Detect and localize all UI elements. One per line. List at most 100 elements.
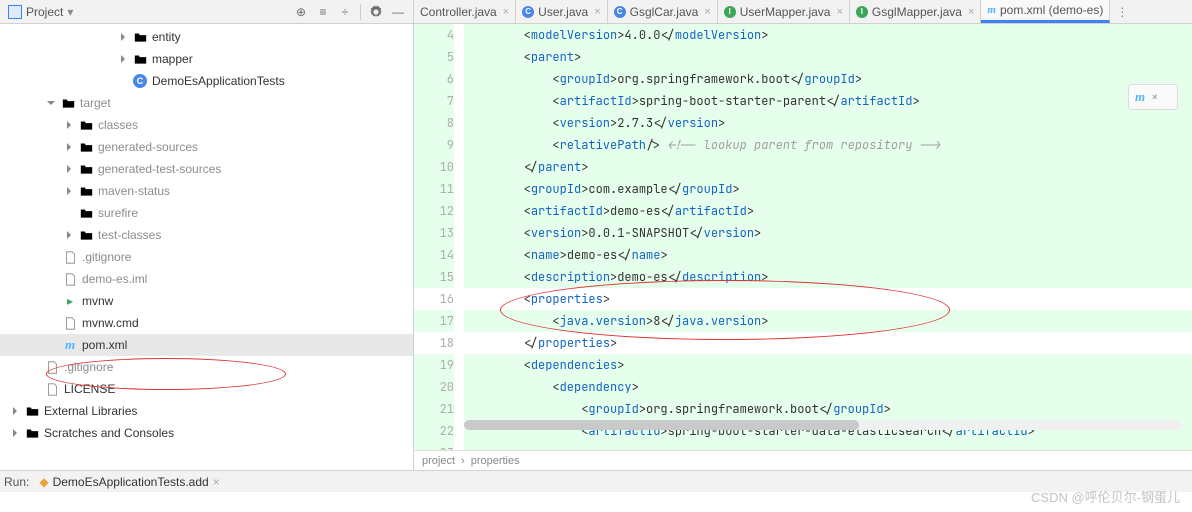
line-number: 4 — [414, 24, 454, 46]
tab-user[interactable]: CUser.java× — [516, 0, 607, 23]
tree-file-gitignore-root[interactable]: .gitignore — [0, 356, 413, 378]
editor-body[interactable]: ✓1 4 5 6 7 8 9 10 11 12 13 14 15 16 17 1… — [414, 24, 1192, 450]
close-icon[interactable]: × — [213, 475, 220, 489]
tab-usermapper[interactable]: IUserMapper.java× — [718, 0, 850, 23]
tree-external-libraries[interactable]: External Libraries — [0, 400, 413, 422]
chevron-right-icon — [62, 140, 76, 154]
tree-file-pom[interactable]: mpom.xml — [0, 334, 413, 356]
tree-folder-maven-status[interactable]: maven-status — [0, 180, 413, 202]
code-area[interactable]: <modelVersion>4.0.0</modelVersion> <pare… — [464, 24, 1192, 450]
line-number: 19 — [414, 354, 454, 376]
file-icon — [62, 249, 78, 265]
maven-reload-hint[interactable]: m× — [1128, 84, 1178, 110]
horizontal-scrollbar[interactable] — [464, 420, 1182, 430]
folder-icon — [78, 117, 94, 133]
tree-folder-surefire[interactable]: surefire — [0, 202, 413, 224]
tab-pom[interactable]: mpom.xml (demo-es) — [981, 0, 1110, 23]
chevron-right-icon: › — [461, 455, 465, 467]
project-tree[interactable]: entity mapper CDemoEsApplicationTests ta… — [0, 24, 413, 470]
tree-folder-target[interactable]: target — [0, 92, 413, 114]
tab-gsglmapper[interactable]: IGsglMapper.java× — [850, 0, 981, 23]
breadcrumb-item[interactable]: project — [422, 455, 455, 467]
tree-folder-mapper[interactable]: mapper — [0, 48, 413, 70]
class-icon: C — [522, 6, 534, 18]
tree-folder-entity[interactable]: entity — [0, 26, 413, 48]
chevron-right-icon — [62, 228, 76, 242]
tree-file-gitignore[interactable]: .gitignore — [0, 246, 413, 268]
expand-all-button[interactable]: ≡ — [312, 1, 334, 23]
tab-label: pom.xml (demo-es) — [1000, 3, 1103, 17]
chevron-right-icon — [116, 52, 130, 66]
tree-class-tests[interactable]: CDemoEsApplicationTests — [0, 70, 413, 92]
tab-label: GsglCar.java — [630, 5, 699, 19]
close-icon[interactable]: × — [1151, 89, 1158, 105]
file-icon — [44, 359, 60, 375]
tree-file-iml[interactable]: demo-es.iml — [0, 268, 413, 290]
tab-label: Controller.java — [420, 5, 497, 19]
tree-file-license[interactable]: LICENSE — [0, 378, 413, 400]
tree-file-mvnw-cmd[interactable]: mvnw.cmd — [0, 312, 413, 334]
line-number: 11 — [414, 178, 454, 200]
tree-label: generated-sources — [98, 140, 198, 154]
scrollbar-thumb[interactable] — [464, 420, 859, 430]
line-number: 5 — [414, 46, 454, 68]
tree-file-mvnw[interactable]: ▸mvnw — [0, 290, 413, 312]
interface-icon: I — [856, 6, 868, 18]
project-panel-header: Project ▾ ⊕ ≡ ÷ — — [0, 0, 413, 24]
close-icon[interactable]: × — [594, 6, 600, 18]
close-icon[interactable]: × — [503, 6, 509, 18]
select-opened-file-button[interactable]: ⊕ — [290, 1, 312, 23]
tree-folder-gen-test-sources[interactable]: generated-test-sources — [0, 158, 413, 180]
line-number: 15 — [414, 266, 454, 288]
project-view-selector[interactable]: Project ▾ — [4, 5, 77, 19]
editor-tabs: Controller.java × CUser.java× C GsglCar.ja… — [414, 0, 1192, 24]
folder-icon — [132, 51, 148, 67]
code-line: <description>demo-es</description> — [464, 266, 1192, 288]
code-line: <properties> — [464, 288, 1192, 310]
close-icon[interactable]: × — [968, 6, 974, 18]
class-icon: C — [614, 6, 626, 18]
tree-label: .gitignore — [82, 250, 131, 264]
gutter: 4 5 6 7 8 9 10 11 12 13 14 15 16 17 18 1… — [414, 24, 464, 450]
run-label: Run: — [4, 475, 29, 489]
chevron-right-icon — [62, 184, 76, 198]
chevron-right-icon — [8, 404, 22, 418]
code-line: <version>2.7.3</version> — [464, 112, 1192, 134]
chevron-right-icon — [8, 426, 22, 440]
close-icon[interactable]: × — [836, 6, 842, 18]
code-line: <modelVersion>4.0.0</modelVersion> — [464, 24, 1192, 46]
settings-button[interactable] — [365, 1, 387, 23]
library-icon — [24, 403, 40, 419]
tree-scratches[interactable]: Scratches and Consoles — [0, 422, 413, 444]
maven-icon: m — [1135, 89, 1145, 105]
project-tool-window[interactable]: Project ▾ ⊕ ≡ ÷ — entity mapper CDemoEsA… — [0, 0, 414, 470]
code-line: </properties> — [464, 332, 1192, 354]
code-line: <artifactId>demo-es</artifactId> — [464, 200, 1192, 222]
collapse-all-button[interactable]: ÷ — [334, 1, 356, 23]
tree-folder-gen-sources[interactable]: generated-sources — [0, 136, 413, 158]
breadcrumb-item[interactable]: properties — [471, 455, 520, 467]
tree-label: LICENSE — [64, 382, 115, 396]
line-number: 22 — [414, 420, 454, 442]
file-icon — [62, 271, 78, 287]
tree-label: .gitignore — [64, 360, 113, 374]
run-config-selector[interactable]: ◆ DemoEsApplicationTests.add × — [35, 475, 223, 489]
tabs-overflow[interactable]: ⋮ — [1110, 0, 1134, 23]
tab-gsglcar[interactable]: C GsglCar.java × — [608, 0, 718, 23]
line-number: 16 — [414, 288, 454, 310]
close-icon[interactable]: × — [704, 6, 710, 18]
breadcrumb[interactable]: project › properties — [414, 450, 1192, 470]
code-line: <java.version>8</java.version> — [464, 310, 1192, 332]
folder-icon — [78, 139, 94, 155]
hide-button[interactable]: — — [387, 1, 409, 23]
tree-folder-classes[interactable]: classes — [0, 114, 413, 136]
class-icon: C — [132, 73, 148, 89]
line-number: 18 — [414, 332, 454, 354]
tree-label: mapper — [152, 52, 193, 66]
project-icon — [8, 5, 22, 19]
tree-folder-test-classes[interactable]: test-classes — [0, 224, 413, 246]
tab-controller[interactable]: Controller.java × — [414, 0, 516, 23]
file-icon: ▸ — [62, 293, 78, 309]
code-line: <groupId>org.springframework.boot</group… — [464, 68, 1192, 90]
code-line: <relativePath/> <!-- lookup parent from … — [464, 134, 1192, 156]
